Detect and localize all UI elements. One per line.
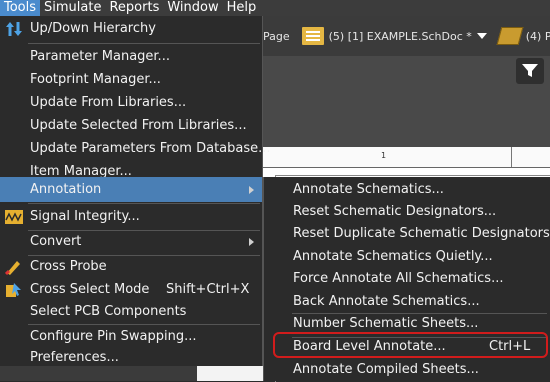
menu-item-footprint-manager[interactable]: Footprint Manager... <box>0 67 262 92</box>
menu-bar: Tools Simulate Reports Window Help <box>0 0 550 16</box>
menu-item-shortcut: Shift+Ctrl+X <box>166 282 250 297</box>
cross-select-icon <box>5 281 23 299</box>
schematic-document-icon <box>301 27 324 45</box>
signal-integrity-icon <box>5 208 23 226</box>
submenu-item-annotate-compiled-sheets[interactable]: Annotate Compiled Sheets... <box>264 357 550 381</box>
menu-item-label: Footprint Manager... <box>30 72 161 87</box>
menu-item-label: Update Selected From Libraries... <box>30 118 247 133</box>
menu-item-label: Signal Integrity... <box>30 209 140 224</box>
menu-item-label: Convert <box>30 234 82 249</box>
tab-pcb-label: (4) PCB <box>525 29 550 43</box>
menu-reports-label: Reports <box>109 0 160 15</box>
tab-page[interactable]: Page <box>263 30 290 43</box>
menu-item-label: Configure Pin Swapping... <box>30 329 197 344</box>
filter-button[interactable] <box>516 58 544 84</box>
menu-item-update-from-libraries[interactable]: Update From Libraries... <box>0 90 262 115</box>
menu-item-cross-probe[interactable]: Cross Probe <box>0 254 262 279</box>
submenu-item-label: Annotate Compiled Sheets... <box>293 361 479 377</box>
submenu-item-label: Number Schematic Sheets... <box>293 315 479 331</box>
background-status-strip <box>0 366 263 381</box>
menu-help-label: Help <box>226 0 257 15</box>
menu-item-label: Cross Probe <box>30 259 107 274</box>
chevron-down-icon[interactable] <box>476 33 487 39</box>
menu-item-label: Up/Down Hierarchy <box>30 21 156 36</box>
background-sheet-fragment <box>197 366 263 381</box>
filter-icon <box>522 64 538 77</box>
submenu-item-label: Reset Duplicate Schematic Designators... <box>293 225 550 241</box>
menu-item-annotation[interactable]: Annotation <box>0 177 262 202</box>
submenu-item-label: Reset Schematic Designators... <box>293 203 497 219</box>
submenu-item-force-annotate-all[interactable]: Force Annotate All Schematics... <box>264 266 550 290</box>
menu-item-label: Update Parameters From Database... <box>30 141 271 156</box>
menu-item-label: Cross Select Mode <box>30 282 150 297</box>
menu-tools[interactable]: Tools <box>0 0 41 16</box>
menu-item-convert[interactable]: Convert <box>0 229 262 254</box>
submenu-item-label: Annotate Schematics... <box>293 181 444 197</box>
menu-item-label: Update From Libraries... <box>30 95 187 110</box>
menu-item-label: Select PCB Components <box>30 304 187 319</box>
submenu-item-reset-duplicate-designators[interactable]: Reset Duplicate Schematic Designators... <box>264 221 550 245</box>
submenu-item-label: Back Annotate Schematics... <box>293 293 480 309</box>
menu-item-signal-integrity[interactable]: Signal Integrity... <box>0 204 262 229</box>
cross-probe-icon <box>5 258 23 276</box>
submenu-item-label: Force Annotate All Schematics... <box>293 270 504 286</box>
document-tab-bar: Page (5) [1] EXAMPLE.SchDoc * (4) PCB <box>263 16 550 56</box>
tab-schdoc-label: (5) [1] EXAMPLE.SchDoc * <box>328 29 472 43</box>
callout-highlight-box <box>273 332 548 358</box>
menu-help[interactable]: Help <box>223 0 261 16</box>
menu-reports[interactable]: Reports <box>105 0 163 16</box>
menu-tools-label: Tools <box>4 0 37 15</box>
menu-item-select-pcb-components[interactable]: Select PCB Components <box>0 299 262 324</box>
submenu-item-back-annotate-schematics[interactable]: Back Annotate Schematics... <box>264 289 550 313</box>
pcb-document-icon <box>496 27 524 45</box>
menu-item-label: Annotation <box>30 182 102 197</box>
tab-pcb[interactable]: (4) PCB <box>496 27 550 45</box>
submenu-item-label: Annotate Schematics Quietly... <box>293 248 493 264</box>
submenu-item-annotate-schematics[interactable]: Annotate Schematics... <box>264 177 550 201</box>
sheet-ruler: 1 <box>263 147 550 168</box>
up-down-arrows-icon <box>5 20 23 38</box>
menu-item-label: Parameter Manager... <box>30 49 170 64</box>
submenu-item-reset-schematic-designators[interactable]: Reset Schematic Designators... <box>264 199 550 223</box>
tab-schdoc[interactable]: (5) [1] EXAMPLE.SchDoc * <box>301 27 487 45</box>
menu-simulate-label: Simulate <box>44 0 102 15</box>
menu-item-label: Preferences... <box>30 350 119 365</box>
menu-item-update-parameters-from-database[interactable]: Update Parameters From Database... <box>0 136 271 161</box>
submenu-arrow-icon <box>249 185 254 194</box>
submenu-item-annotate-schematics-quietly[interactable]: Annotate Schematics Quietly... <box>264 244 550 268</box>
submenu-arrow-icon <box>249 237 254 246</box>
menu-window-label: Window <box>167 0 219 15</box>
menu-item-parameter-manager[interactable]: Parameter Manager... <box>0 44 262 69</box>
menu-item-update-selected-from-libraries[interactable]: Update Selected From Libraries... <box>0 113 262 138</box>
menu-simulate[interactable]: Simulate <box>40 0 105 16</box>
ruler-divider <box>511 147 512 167</box>
menu-window[interactable]: Window <box>163 0 222 16</box>
tab-page-label: Page <box>263 29 290 43</box>
menu-item-up-down-hierarchy[interactable]: Up/Down Hierarchy <box>0 16 262 41</box>
ruler-label: 1 <box>381 151 387 160</box>
tools-dropdown-menu: Up/Down Hierarchy Parameter Manager... F… <box>0 16 271 366</box>
